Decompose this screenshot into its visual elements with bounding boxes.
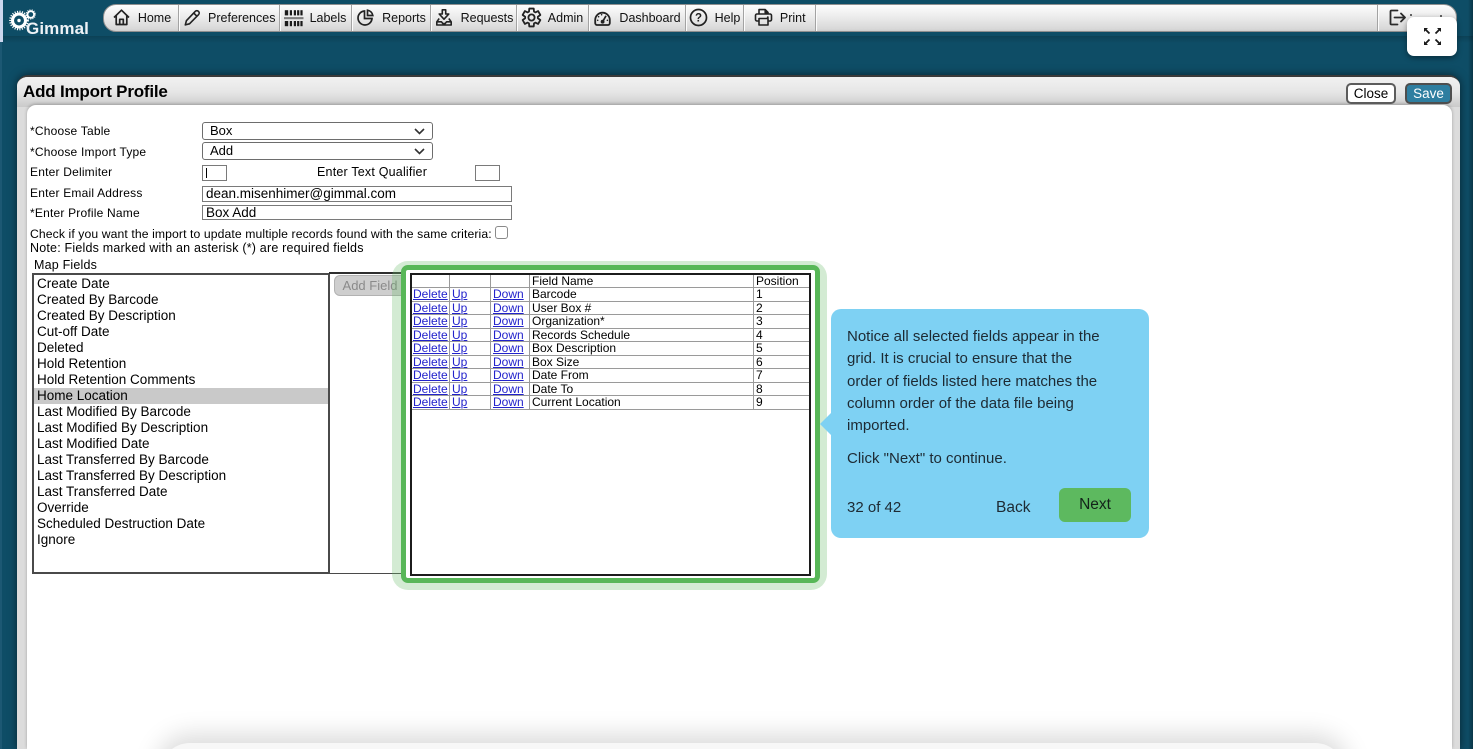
svg-text:?: ? xyxy=(695,13,702,25)
